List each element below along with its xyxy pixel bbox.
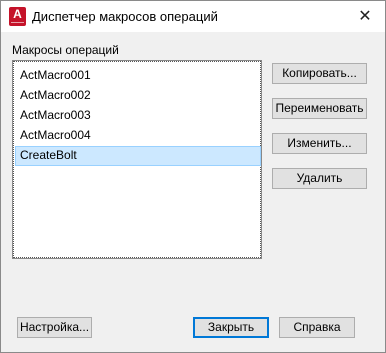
app-icon-underline: [11, 22, 24, 25]
settings-button[interactable]: Настройка...: [17, 317, 92, 338]
macro-manager-dialog: A Диспетчер макросов операций ✕ Макросы …: [0, 0, 386, 353]
help-button[interactable]: Справка: [279, 317, 355, 338]
app-icon-letter: A: [13, 7, 22, 21]
rename-button[interactable]: Переименовать: [272, 98, 367, 119]
autocad-app-icon: A: [9, 7, 26, 26]
macros-listbox[interactable]: ActMacro001 ActMacro002 ActMacro003 ActM…: [12, 60, 262, 259]
close-button[interactable]: Закрыть: [193, 317, 269, 338]
list-item-actmacro001[interactable]: ActMacro001: [15, 66, 261, 86]
list-item-createbolt[interactable]: CreateBolt: [15, 146, 261, 166]
copy-button[interactable]: Копировать...: [272, 63, 367, 84]
macros-list-label: Макросы операций: [12, 43, 119, 57]
edit-button[interactable]: Изменить...: [272, 133, 367, 154]
title-bar[interactable]: A Диспетчер макросов операций ✕: [1, 1, 385, 32]
close-icon[interactable]: ✕: [345, 1, 385, 32]
window-title: Диспетчер макросов операций: [32, 9, 218, 24]
list-item-actmacro002[interactable]: ActMacro002: [15, 86, 261, 106]
list-item-actmacro004[interactable]: ActMacro004: [15, 126, 261, 146]
list-item-actmacro003[interactable]: ActMacro003: [15, 106, 261, 126]
delete-button[interactable]: Удалить: [272, 168, 367, 189]
